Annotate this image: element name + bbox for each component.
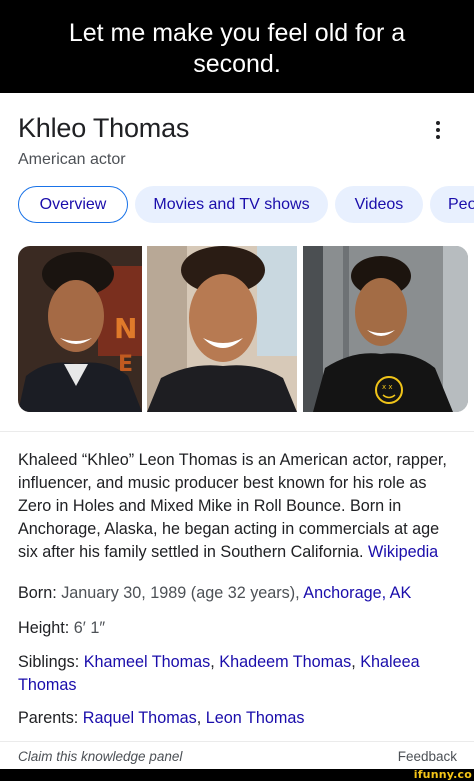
born-place-link[interactable]: Anchorage, AK	[303, 584, 411, 602]
meme-caption-line-2: second.	[193, 50, 281, 78]
svg-text:N: N	[114, 312, 137, 345]
feedback-link[interactable]: Feedback	[398, 749, 457, 764]
tab-people[interactable]: Peo	[430, 186, 474, 223]
fact-siblings: Siblings: Khameel Thomas, Khadeem Thomas…	[18, 653, 420, 694]
bottom-bar	[0, 769, 474, 781]
svg-text:x x: x x	[382, 383, 393, 391]
claim-panel-link[interactable]: Claim this knowledge panel	[18, 749, 182, 764]
photo-selfie[interactable]	[147, 246, 297, 412]
panel-title: Khleo Thomas	[18, 113, 190, 143]
born-label: Born:	[18, 584, 57, 602]
siblings-label: Siblings:	[18, 653, 80, 671]
parent-link[interactable]: Raquel Thomas	[83, 709, 197, 727]
tab-movies-and-tv-shows[interactable]: Movies and TV shows	[135, 186, 328, 223]
tab-overview[interactable]: Overview	[18, 186, 128, 223]
parents-label: Parents:	[18, 709, 79, 727]
wikipedia-link[interactable]: Wikipedia	[368, 543, 438, 561]
meme-caption-line-1: Let me make you feel old for a	[68, 19, 406, 47]
fact-parents: Parents: Raquel Thomas, Leon Thomas	[18, 709, 305, 727]
fact-height: Height: 6′ 1″	[18, 617, 458, 640]
sibling-link[interactable]: Khameel Thomas	[84, 653, 211, 671]
image-carousel: N E x x	[18, 246, 474, 412]
panel-subtitle: American actor	[18, 151, 126, 168]
tab-videos[interactable]: Videos	[335, 186, 423, 223]
meme-caption: Let me make you feel old for a second.	[0, 0, 474, 93]
description: Khaleed “Khleo” Leon Thomas is an Americ…	[18, 449, 458, 564]
parent-link[interactable]: Leon Thomas	[206, 709, 305, 727]
sibling-link[interactable]: Khadeem Thomas	[219, 653, 351, 671]
photo-smiley-shirt[interactable]: x x	[303, 246, 468, 412]
photo-red-carpet[interactable]: N E	[18, 246, 142, 412]
more-vert-icon[interactable]	[434, 121, 442, 143]
watermark-logo: ifunny.co	[413, 768, 472, 781]
height-label: Height:	[18, 619, 70, 637]
panel-tabs: Overview Movies and TV shows Videos Peo	[18, 186, 474, 223]
born-value: January 30, 1989 (age 32 years),	[61, 584, 300, 602]
knowledge-panel: Khleo Thomas American actor Overview Mov…	[0, 93, 474, 769]
fact-born: Born: January 30, 1989 (age 32 years), A…	[18, 582, 458, 605]
height-value: 6′ 1″	[73, 619, 106, 637]
divider	[0, 431, 474, 432]
footer-divider	[0, 741, 474, 742]
